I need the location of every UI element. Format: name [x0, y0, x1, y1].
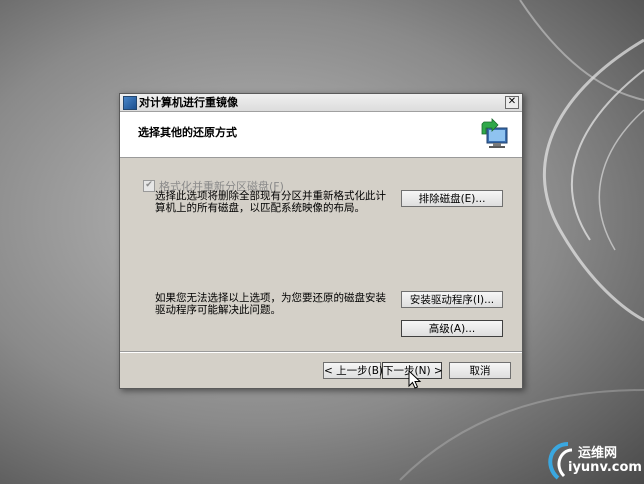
window-title: 对计算机进行重镜像 — [139, 96, 238, 109]
watermark-text-cn: 运维网 — [578, 446, 618, 461]
mouse-pointer-icon — [408, 370, 422, 389]
computer-restore-icon — [481, 118, 508, 148]
back-button[interactable]: < 上一步(B) — [323, 362, 383, 379]
watermark-text-url: iyunv.com — [568, 460, 642, 475]
site-watermark: 运维网 iyunv.com — [540, 436, 644, 484]
reimage-dialog: 对计算机进行重镜像 ✕ 选择其他的还原方式 ✔ 格式化并重新分区磁盘(F) 选择… — [119, 93, 523, 389]
format-disks-checkbox[interactable]: ✔ — [143, 180, 155, 192]
footer-divider — [120, 351, 522, 353]
page-title: 选择其他的还原方式 — [138, 126, 237, 139]
install-driver-description: 如果您无法选择以上选项，为您要还原的磁盘安装驱动程序可能解决此问题。 — [155, 292, 386, 316]
format-disks-description: 选择此选项将删除全部现有分区并重新格式化此计算机上的所有磁盘，以匹配系统映像的布… — [155, 190, 386, 214]
window-app-icon — [123, 96, 137, 110]
title-bar[interactable]: 对计算机进行重镜像 ✕ — [120, 94, 522, 112]
close-button[interactable]: ✕ — [505, 96, 519, 109]
dialog-header: 选择其他的还原方式 — [120, 112, 522, 158]
cancel-button[interactable]: 取消 — [449, 362, 511, 379]
advanced-button[interactable]: 高级(A)... — [401, 320, 503, 337]
install-driver-button[interactable]: 安装驱动程序(I)... — [401, 291, 503, 308]
exclude-disks-button[interactable]: 排除磁盘(E)... — [401, 190, 503, 207]
